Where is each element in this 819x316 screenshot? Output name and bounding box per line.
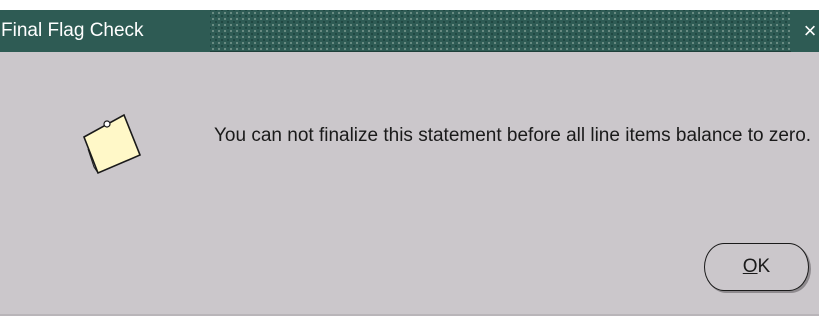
message-text: You can not finalize this statement befo… bbox=[214, 125, 812, 146]
close-icon: × bbox=[803, 18, 817, 43]
window-top-edge bbox=[0, 0, 819, 10]
ok-button-mnemonic: O bbox=[742, 256, 758, 277]
dialog-window: Final Flag Check × You can not finalize … bbox=[0, 0, 819, 316]
ok-button-label: K bbox=[757, 256, 771, 277]
title-bar[interactable]: Final Flag Check × bbox=[0, 10, 819, 52]
close-button[interactable]: × bbox=[799, 18, 819, 44]
dialog-title: Final Flag Check bbox=[1, 20, 144, 41]
ok-button[interactable]: OK bbox=[704, 243, 809, 291]
note-icon bbox=[80, 111, 144, 177]
